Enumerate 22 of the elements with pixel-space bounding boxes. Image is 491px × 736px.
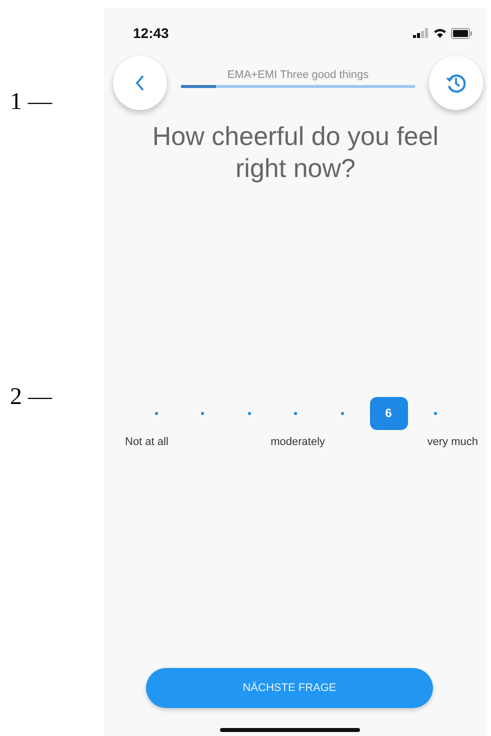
scale-label: moderately — [270, 436, 326, 448]
wifi-icon — [433, 28, 447, 38]
scale-option[interactable] — [340, 412, 344, 414]
scale-label: very much — [427, 436, 478, 448]
scale-option[interactable] — [154, 412, 158, 414]
scale-option[interactable] — [201, 412, 204, 414]
status-time: 12:43 — [133, 25, 169, 41]
signal-icon — [413, 28, 429, 38]
scale-label: Not at all — [125, 436, 168, 448]
next-question-button[interactable]: NÄCHSTE FRAGE — [146, 668, 433, 708]
scale-option[interactable]: 6 — [370, 396, 408, 430]
question-text: How cheerful do you feel right now? — [151, 120, 440, 184]
scale-option[interactable] — [294, 412, 297, 414]
survey-title: EMA+EMI Three good things — [227, 68, 369, 80]
battery-icon — [451, 28, 473, 38]
chevron-left-icon — [135, 75, 145, 91]
annotation-label: 1 — — [9, 88, 54, 116]
history-icon — [445, 72, 467, 94]
annotation-label: 2 — — [9, 383, 54, 411]
scale-option[interactable] — [248, 412, 250, 414]
scale-option[interactable] — [434, 412, 436, 414]
history-button[interactable] — [429, 56, 483, 110]
